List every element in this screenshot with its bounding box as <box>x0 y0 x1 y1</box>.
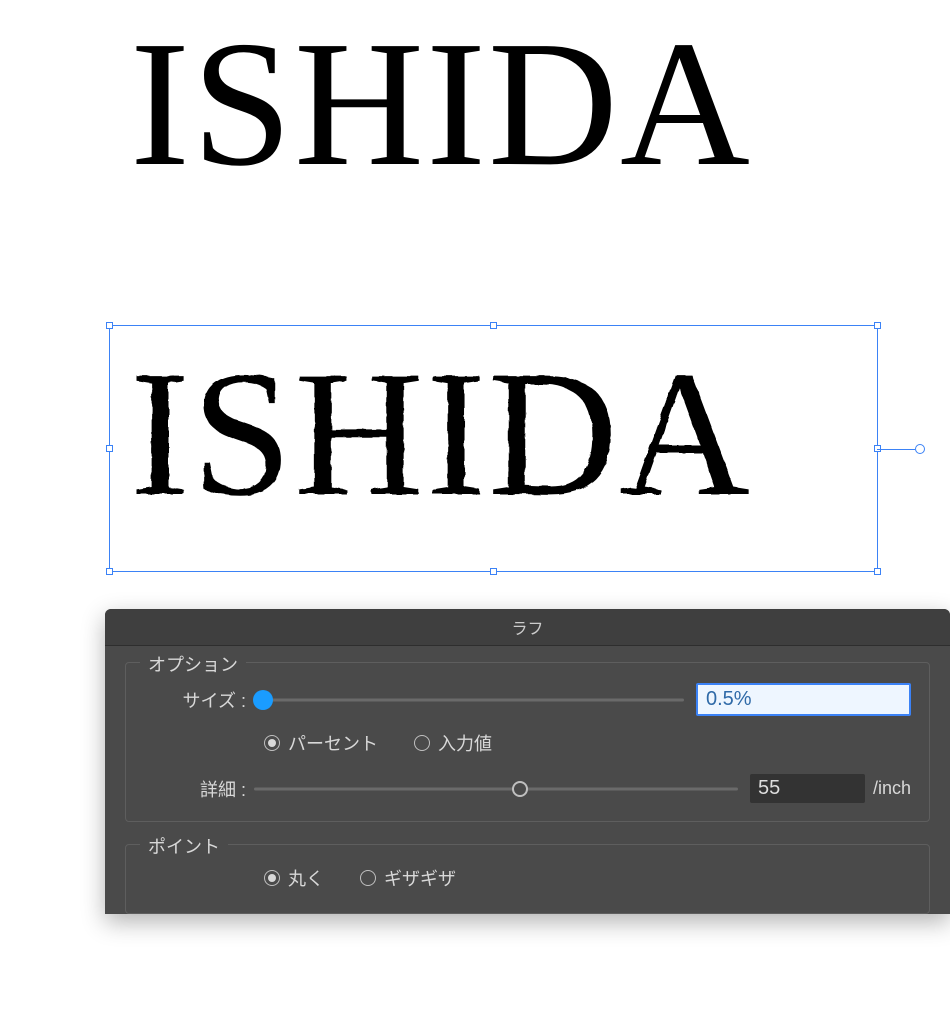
resize-handle-tm[interactable] <box>490 322 497 329</box>
radio-on-icon <box>264 735 280 751</box>
options-fieldset: オプション サイズ : パーセント 入力値 詳細 : <box>125 662 930 822</box>
points-smooth-radio[interactable]: 丸く <box>264 865 324 891</box>
points-smooth-label: 丸く <box>288 865 324 891</box>
radio-off-icon <box>360 870 376 886</box>
detail-slider-thumb[interactable] <box>512 781 528 797</box>
points-legend: ポイント <box>140 833 228 859</box>
dialog-title: ラフ <box>105 609 950 646</box>
size-slider-thumb[interactable] <box>253 690 273 710</box>
options-legend: オプション <box>140 651 246 677</box>
resize-handle-br[interactable] <box>874 568 881 575</box>
radio-off-icon <box>414 735 430 751</box>
points-fieldset: ポイント 丸く ギザギザ <box>125 844 930 914</box>
unit-absolute-label: 入力値 <box>438 730 492 756</box>
resize-handle-tr[interactable] <box>874 322 881 329</box>
radio-on-icon <box>264 870 280 886</box>
size-slider[interactable] <box>254 689 684 711</box>
size-input[interactable] <box>696 683 911 716</box>
points-corner-label: ギザギザ <box>384 865 456 891</box>
roughen-dialog: ラフ オプション サイズ : パーセント 入力値 詳細 : <box>105 609 950 914</box>
rotate-handle[interactable] <box>915 444 925 454</box>
resize-handle-tl[interactable] <box>106 322 113 329</box>
unit-percent-radio[interactable]: パーセント <box>264 730 378 756</box>
size-slider-track <box>254 698 684 701</box>
detail-unit: /inch <box>873 778 911 799</box>
unit-percent-label: パーセント <box>288 730 378 756</box>
size-label: サイズ : <box>144 687 254 713</box>
detail-slider[interactable] <box>254 778 738 800</box>
canvas-text-roughened[interactable]: ISHIDA <box>130 330 752 537</box>
rotate-handle-line <box>877 449 915 450</box>
detail-slider-track <box>254 787 738 790</box>
unit-absolute-radio[interactable]: 入力値 <box>414 730 492 756</box>
points-corner-radio[interactable]: ギザギザ <box>360 865 456 891</box>
detail-label: 詳細 : <box>144 776 254 802</box>
canvas-text-original: ISHIDA <box>130 0 752 207</box>
resize-handle-bl[interactable] <box>106 568 113 575</box>
resize-handle-bm[interactable] <box>490 568 497 575</box>
detail-input[interactable] <box>750 774 865 803</box>
resize-handle-ml[interactable] <box>106 445 113 452</box>
